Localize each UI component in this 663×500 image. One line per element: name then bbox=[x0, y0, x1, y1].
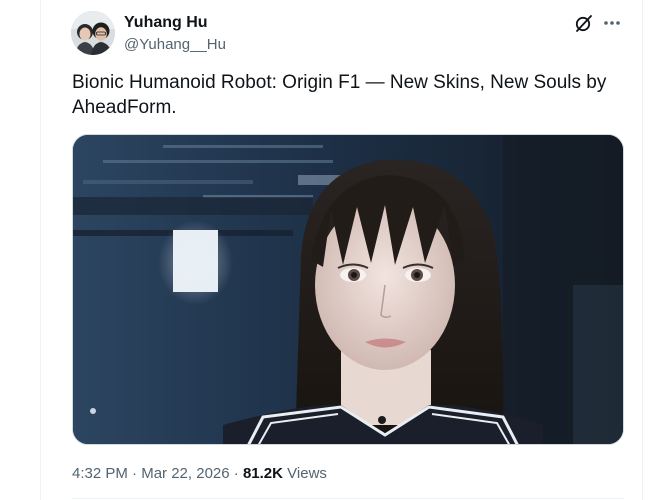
grok-icon[interactable] bbox=[573, 12, 595, 34]
tweet-meta: 4:32 PM · Mar 22, 2026 · 81.2K Views bbox=[72, 464, 327, 484]
divider bbox=[72, 498, 624, 499]
more-horizontal-icon[interactable] bbox=[601, 12, 623, 34]
tweet-date[interactable]: Mar 22, 2026 bbox=[141, 464, 229, 484]
meta-separator: · bbox=[132, 465, 138, 482]
left-border bbox=[40, 0, 41, 500]
meta-separator: · bbox=[233, 465, 239, 482]
robot-video-frame bbox=[73, 135, 623, 444]
tweet-text: Bionic Humanoid Robot: Origin F1 — New S… bbox=[72, 72, 611, 118]
views-label: Views bbox=[287, 465, 327, 482]
handle[interactable]: @Yuhang__Hu bbox=[124, 35, 226, 55]
tweet-time[interactable]: 4:32 PM bbox=[72, 464, 128, 484]
display-name[interactable]: Yuhang Hu bbox=[124, 13, 208, 33]
right-border bbox=[642, 0, 643, 500]
tweet-page: Yuhang Hu @Yuhang__Hu Bionic Humanoid Ro… bbox=[0, 0, 663, 500]
media-video[interactable] bbox=[72, 134, 624, 445]
avatar[interactable] bbox=[71, 11, 115, 55]
avatar-image bbox=[71, 11, 115, 55]
views-count[interactable]: 81.2K bbox=[243, 464, 283, 484]
